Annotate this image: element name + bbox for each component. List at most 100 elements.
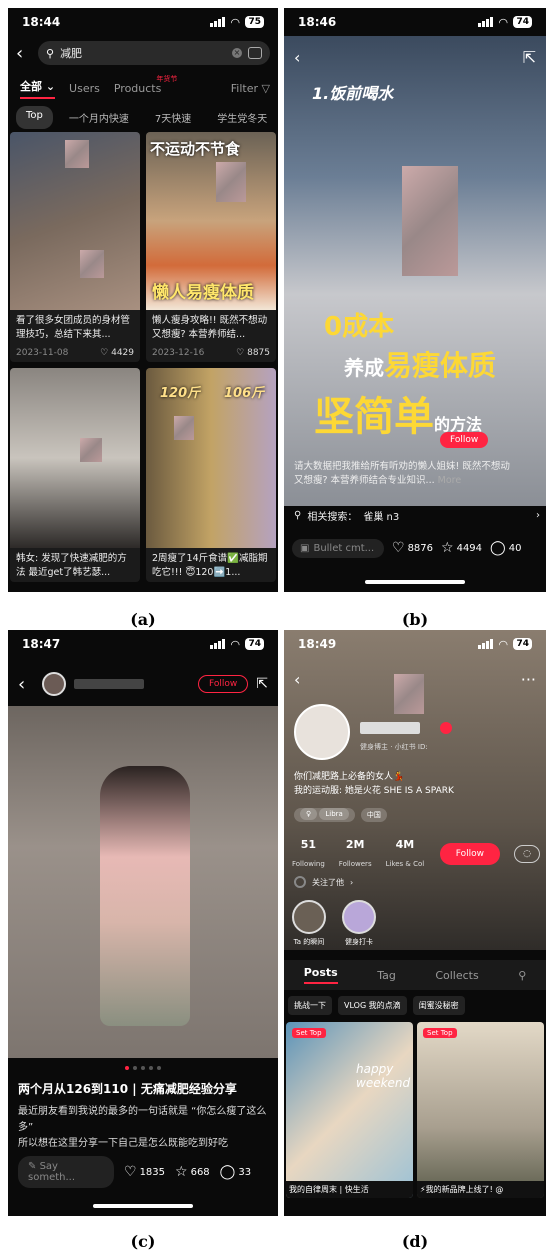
wifi-icon: ◠ [499, 15, 508, 29]
card-likes[interactable]: ♡ 8875 [236, 348, 270, 358]
tab-collects[interactable]: Collects [435, 969, 478, 982]
follow-button[interactable]: Follow [440, 432, 489, 448]
search-input[interactable]: ⚲ 减肥 × [38, 41, 270, 65]
status-bar: 18:47 ◠ 74 [8, 630, 278, 658]
search-bar: ‹ ⚲ 减肥 × [16, 40, 270, 66]
share-icon[interactable]: ⇱ [256, 676, 268, 692]
signal-icon [210, 639, 225, 649]
stat-following[interactable]: 51 Following [292, 838, 325, 870]
profile-tabs: Posts Tag Collects ⚲ [284, 960, 546, 990]
related-search[interactable]: ⚲ 相关搜索： 雀巢 n3 › [294, 508, 540, 523]
clear-icon[interactable]: × [232, 48, 242, 58]
comment-input[interactable]: ▣ Bullet cmt... [292, 538, 384, 558]
result-card[interactable]: 看了很多女团成员的身材管理技巧，总结下来其... 2023-11-08 ♡ 442… [10, 132, 140, 362]
more-link[interactable]: More [438, 475, 462, 486]
highlight-item[interactable]: Ta 的瞬间 [292, 900, 326, 947]
wifi-icon: ◠ [231, 637, 240, 651]
like-button[interactable]: ♡ 1835 [124, 1164, 165, 1180]
tab-products[interactable]: Products 年货节 [114, 75, 178, 95]
comment-input[interactable]: ✎ Say someth... [18, 1156, 114, 1188]
tab-all[interactable]: 全部 ⌄ [20, 78, 56, 99]
signal-icon [210, 17, 225, 27]
verified-icon [440, 722, 452, 734]
caption-c: (c) [130, 1232, 156, 1251]
comment-icon: ◯ [219, 1164, 236, 1180]
card-title: 懒人瘦身攻略!! 既然不想动又想瘦? 本营养师结... [152, 315, 268, 340]
search-icon[interactable]: ⚲ [518, 969, 526, 982]
status-time: 18:47 [22, 637, 61, 651]
star-button[interactable]: ☆ 4494 [441, 540, 482, 556]
author-header: ‹ Follow ⇱ [18, 670, 268, 698]
stat-followers[interactable]: 2M Followers [339, 838, 372, 870]
result-card[interactable]: 韩女: 发现了快速减肥的方法 最近get了韩艺瑟... [10, 368, 140, 582]
back-arrow-icon[interactable]: ‹ [294, 48, 300, 67]
tag-region: 中国 [360, 808, 387, 822]
result-card[interactable]: 不运动不节食 懒人易瘦体质 懒人瘦身攻略!! 既然不想动又想瘦? 本营养师结..… [146, 132, 276, 362]
caption-d: (d) [401, 1232, 429, 1251]
tab-tag[interactable]: Tag [377, 969, 396, 982]
post-card[interactable]: Set Top happy weekend 我的自律周末 | 快生活 [286, 1022, 413, 1198]
subtag-2[interactable]: 7天快速 [145, 106, 201, 129]
video-topbar: ‹ ⇱ [294, 48, 536, 67]
filter-button[interactable]: Filter ▽ [231, 82, 270, 95]
collection-chip[interactable]: 挑战一下 [288, 996, 332, 1015]
avatar[interactable] [42, 672, 66, 696]
more-icon[interactable]: ··· [521, 670, 536, 689]
signal-icon [478, 639, 493, 649]
video-step-label: 1.饭前喝水 [312, 84, 394, 103]
subtag-1[interactable]: 一个月内快速 [59, 106, 139, 129]
star-icon: ☆ [441, 540, 454, 556]
card-image: 不运动不节食 懒人易瘦体质 [146, 132, 276, 310]
related-label: 相关搜索： [307, 512, 358, 523]
follow-button[interactable]: Follow [198, 675, 249, 693]
comment-button[interactable]: ◯ 33 [220, 1164, 251, 1180]
result-card[interactable]: 120斤 106斤 2周瘦了14斤食谱✅减脂期吃它!!! 😇120➡️1... [146, 368, 276, 582]
share-icon[interactable]: ⇱ [523, 48, 536, 67]
chevron-right-icon: › [350, 877, 354, 887]
highlight-item[interactable]: 健身打卡 [342, 900, 376, 947]
back-arrow-icon[interactable]: ‹ [18, 674, 34, 695]
follow-button[interactable]: Follow [439, 843, 500, 865]
related-value: 雀巢 n3 [363, 512, 400, 523]
tag-zodiac: ♀ Libra [294, 808, 355, 822]
wifi-icon: ◠ [231, 15, 240, 29]
battery-icon: 74 [513, 638, 532, 650]
star-button[interactable]: ☆ 668 [175, 1164, 210, 1180]
tab-posts[interactable]: Posts [303, 966, 338, 984]
avatar[interactable] [294, 704, 350, 760]
tab-users[interactable]: Users [69, 82, 100, 95]
message-icon[interactable]: ◌ [514, 845, 540, 863]
collection-chip[interactable]: VLOG 我的点滴 [338, 996, 407, 1015]
subtag-top[interactable]: Top [16, 106, 53, 129]
card-image [10, 132, 140, 310]
loading-icon [294, 876, 306, 888]
filter-tabs: 全部 ⌄ Users Products 年货节 Filter ▽ [20, 75, 270, 99]
note-description[interactable]: 请大数据把我推给所有听劝的懒人姐妹! 既然不想动又想瘦? 本营养师结合专业知识.… [294, 460, 516, 488]
battery-icon: 74 [513, 16, 532, 28]
collection-chip[interactable]: 闺蜜没秘密 [412, 996, 465, 1015]
comment-button[interactable]: ◯ 40 [490, 540, 521, 556]
heart-icon: ♡ [124, 1164, 137, 1180]
note-photo[interactable] [8, 706, 278, 1058]
profile-stats: 51 Following 2M Followers 4M Likes & Col Fo… [292, 838, 540, 870]
subtag-3[interactable]: 学生党冬天 [207, 106, 277, 129]
pen-icon: ✎ [28, 1161, 37, 1172]
card-date: 2023-12-16 [152, 348, 205, 358]
gender-icon: ♀ [300, 808, 318, 820]
like-button[interactable]: ♡ 8876 [392, 540, 433, 556]
card-likes[interactable]: ♡ 4429 [100, 348, 134, 358]
post-card[interactable]: Set Top ⚡我的新品牌上线了! @ [417, 1022, 544, 1198]
back-arrow-icon[interactable]: ‹ [294, 670, 300, 689]
camera-icon[interactable] [248, 47, 262, 59]
author-name-redacted[interactable] [74, 679, 144, 689]
card-overlay-left: 120斤 [160, 386, 201, 401]
chevron-right-icon: › [536, 510, 540, 521]
back-arrow-icon[interactable]: ‹ [16, 43, 32, 64]
wifi-icon: ◠ [499, 637, 508, 651]
stat-likes[interactable]: 4M Likes & Col [386, 838, 425, 870]
engagement-bar: ▣ Bullet cmt... ♡ 8876 ☆ 4494 ◯ 40 [292, 536, 540, 560]
status-time: 18:49 [298, 637, 337, 651]
screen-search-results: 18:44 ◠ 75 ‹ ⚲ 减肥 × 全部 ⌄ Users Products 年… [8, 8, 278, 592]
collections-row: 挑战一下 VLOG 我的点滴 闺蜜没秘密 [288, 996, 546, 1015]
mutual-follow[interactable]: 关注了他 › [294, 876, 353, 888]
